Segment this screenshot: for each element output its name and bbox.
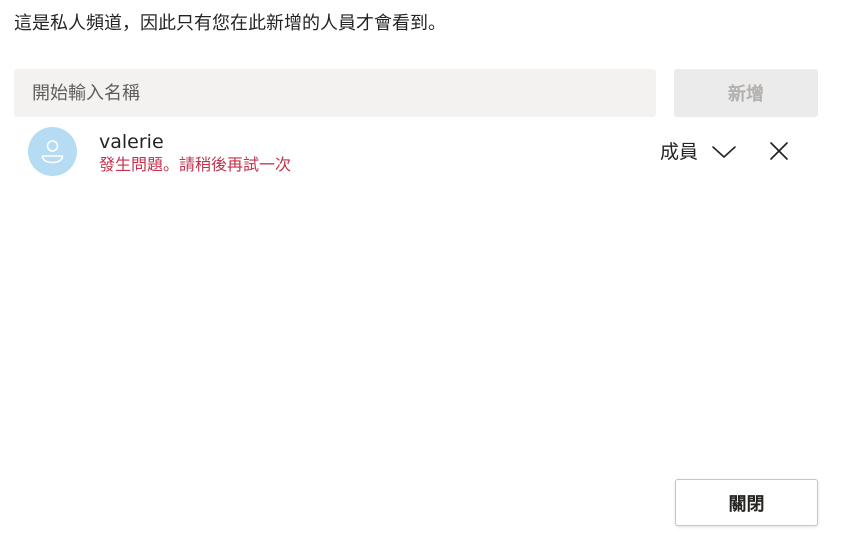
close-button[interactable]: 關閉 (675, 479, 818, 526)
add-button[interactable]: 新增 (674, 69, 818, 117)
member-row: valerie 發生問題。請稍後再試一次 成員 (14, 124, 818, 180)
close-icon[interactable] (766, 138, 792, 164)
member-error-message: 發生問題。請稍後再試一次 (99, 155, 292, 174)
avatar (28, 127, 77, 176)
add-members-dialog: 這是私人頻道，因此只有您在此新增的人員才會看到。 新增 valerie 發生問題… (0, 0, 843, 549)
private-channel-info-text: 這是私人頻道，因此只有您在此新增的人員才會看到。 (14, 13, 446, 34)
role-label: 成員 (660, 141, 699, 163)
name-search-input[interactable] (14, 69, 656, 117)
chevron-down-icon[interactable] (710, 144, 738, 160)
role-dropdown[interactable]: 成員 (660, 136, 738, 168)
person-icon (41, 140, 64, 164)
member-name: valerie (99, 131, 164, 153)
